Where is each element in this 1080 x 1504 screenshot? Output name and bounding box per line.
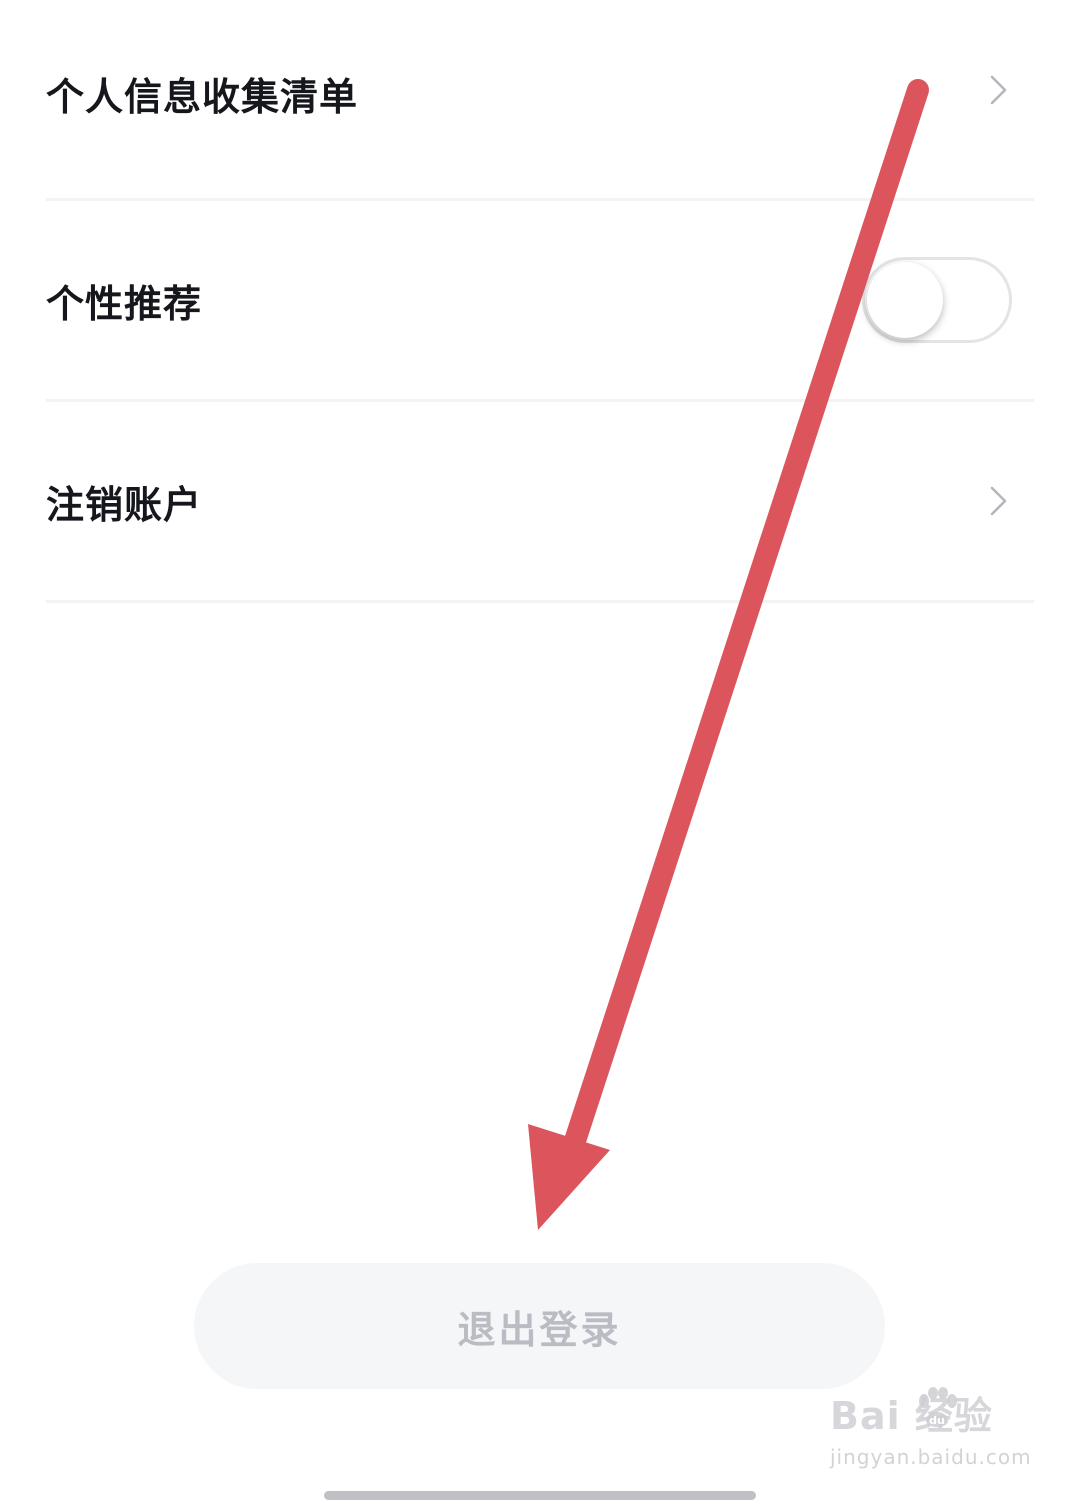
- chevron-right-icon: [990, 486, 1007, 516]
- svg-text:du: du: [929, 1414, 945, 1427]
- settings-item-label: 个性推荐: [46, 281, 203, 326]
- watermark-brand: Bai 经验: [830, 1394, 993, 1438]
- settings-item-label: 注销账户: [46, 482, 203, 527]
- settings-item-personal-info-list[interactable]: 个人信息收集清单: [46, 0, 1034, 201]
- home-indicator[interactable]: [324, 1491, 756, 1500]
- paw-icon: du: [919, 1387, 957, 1427]
- settings-item-label: 个人信息收集清单: [46, 75, 359, 119]
- settings-list: 个人信息收集清单 个性推荐 注销账户: [46, 0, 1034, 603]
- settings-item-personalized-recommendation: 个性推荐: [46, 201, 1034, 402]
- settings-item-delete-account[interactable]: 注销账户: [46, 402, 1034, 603]
- watermark-url: jingyan.baidu.com: [830, 1445, 1032, 1469]
- settings-page: 个人信息收集清单 个性推荐 注销账户 退出登录 Bai 经验 du jingya…: [0, 0, 1080, 1504]
- toggle-knob: [867, 262, 943, 338]
- logout-button[interactable]: 退出登录: [194, 1263, 885, 1389]
- chevron-right-icon: [990, 75, 1007, 105]
- personalized-recommendation-toggle[interactable]: [862, 257, 1012, 343]
- baidu-jingyan-watermark: Bai 经验 du jingyan.baidu.com: [830, 1385, 1032, 1485]
